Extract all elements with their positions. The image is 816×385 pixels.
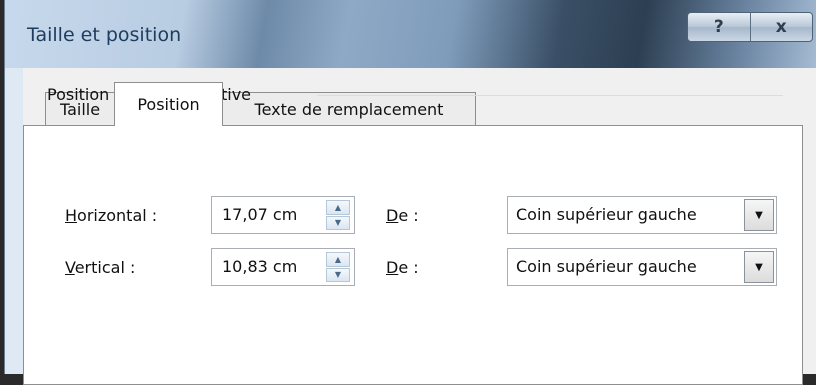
- horizontal-label-text: orizontal :: [77, 206, 158, 225]
- horizontal-from-label: De :: [386, 206, 419, 225]
- vertical-from-accesskey: D: [386, 258, 399, 277]
- horizontal-label-accesskey: H: [65, 206, 78, 225]
- help-button[interactable]: ?: [688, 13, 750, 41]
- horizontal-spin-buttons: ▲ ▼: [326, 200, 350, 230]
- vertical-spinner[interactable]: 10,83 cm ▲ ▼: [211, 248, 355, 286]
- spin-down-icon[interactable]: ▼: [326, 215, 350, 230]
- vertical-label-accesskey: V: [65, 258, 75, 277]
- horizontal-label: Horizontal :: [65, 206, 157, 225]
- dialog-title: Taille et position: [27, 24, 182, 46]
- tab-position[interactable]: Position: [114, 82, 223, 126]
- title-bar[interactable]: Taille et position ? x: [5, 0, 816, 68]
- vertical-from-text: e :: [398, 258, 419, 277]
- vertical-label-text: ertical :: [74, 258, 136, 277]
- horizontal-from-value: Coin supérieur gauche: [516, 205, 697, 224]
- vertical-spin-buttons: ▲ ▼: [326, 252, 350, 282]
- vertical-from-value: Coin supérieur gauche: [516, 257, 697, 276]
- group-divider: [317, 95, 783, 96]
- dialog-window: Taille et position ? x Taille Position T…: [4, 0, 816, 385]
- spin-up-icon[interactable]: ▲: [326, 200, 350, 215]
- vertical-value[interactable]: 10,83 cm: [222, 257, 297, 276]
- horizontal-from-text: e :: [398, 206, 419, 225]
- dropdown-arrow-icon[interactable]: ▼: [744, 199, 774, 231]
- title-buttons: ? x: [687, 12, 813, 42]
- tab-strip: Taille Position Texte de remplacement: [23, 68, 816, 126]
- dropdown-arrow-icon[interactable]: ▼: [744, 251, 774, 283]
- horizontal-value[interactable]: 17,07 cm: [222, 205, 297, 224]
- horizontal-spinner[interactable]: 17,07 cm ▲ ▼: [211, 196, 355, 234]
- vertical-label: Vertical :: [65, 258, 135, 277]
- tab-texte-de-remplacement[interactable]: Texte de remplacement: [222, 92, 476, 125]
- vertical-from-label: De :: [386, 258, 419, 277]
- spin-down-icon[interactable]: ▼: [326, 267, 350, 282]
- horizontal-from-select[interactable]: Coin supérieur gauche ▼: [507, 196, 777, 234]
- spin-up-icon[interactable]: ▲: [326, 252, 350, 267]
- horizontal-from-accesskey: D: [386, 206, 399, 225]
- vertical-from-select[interactable]: Coin supérieur gauche ▼: [507, 248, 777, 286]
- close-button[interactable]: x: [749, 13, 813, 41]
